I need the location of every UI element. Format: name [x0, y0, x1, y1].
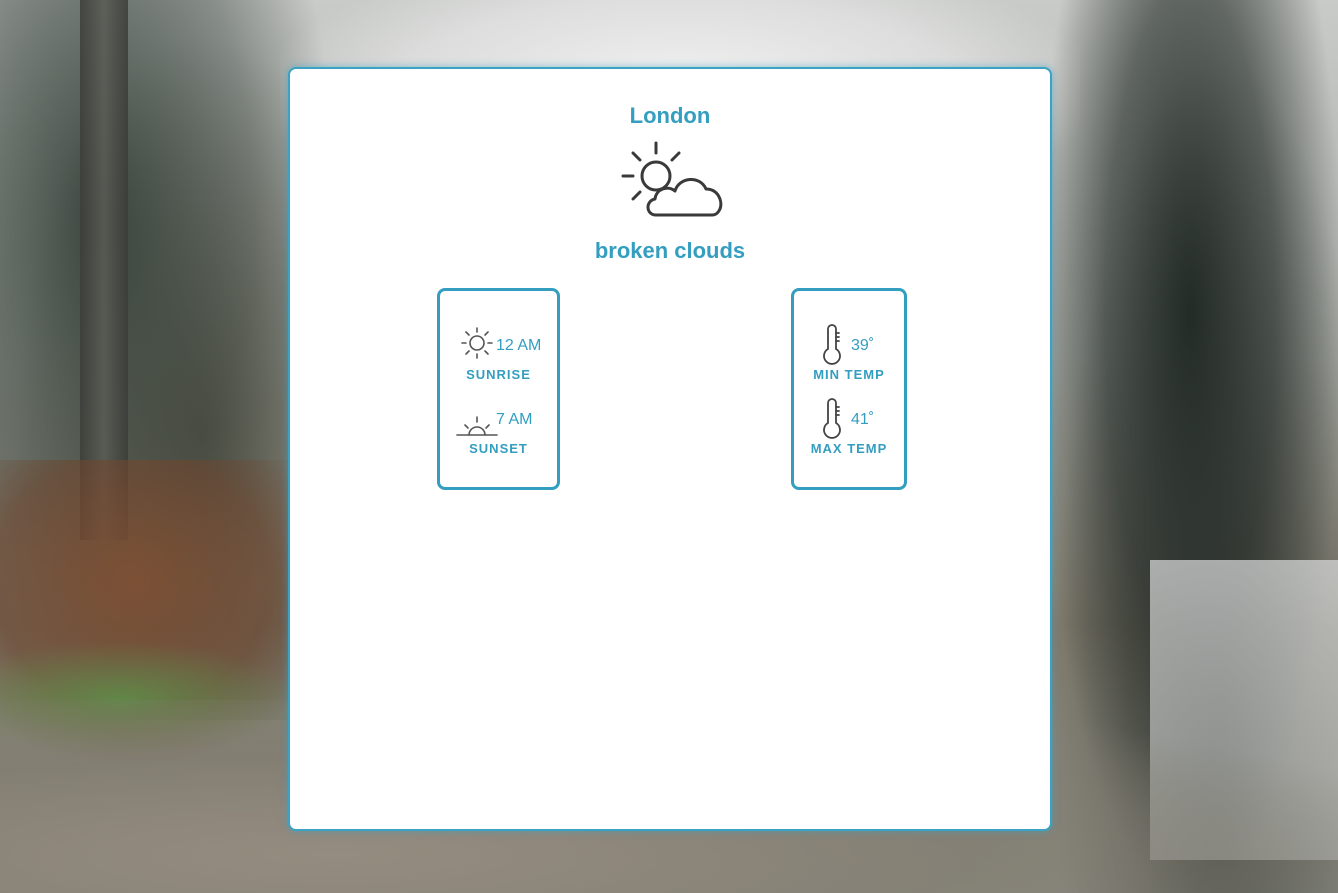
max-temp-value: 41˚: [851, 411, 875, 428]
background-trunk: [80, 0, 128, 540]
temperature-panel: 39˚ MIN TEMP 41˚ MAX TEMP: [791, 288, 907, 490]
thermometer-icon: [823, 324, 841, 365]
max-temp-label: MAX TEMP: [810, 441, 888, 456]
sunset-icon: [456, 416, 498, 436]
sunrise-time: 12 AM: [496, 337, 542, 354]
sun-times-panel: 12 AM SUNRISE 7 AM SUNSET: [437, 288, 560, 490]
weather-card: London broken clouds 12 AM SUNRISE 7 AM …: [288, 67, 1052, 831]
sunset-label: SUNSET: [469, 441, 528, 456]
weather-condition: broken clouds: [594, 238, 746, 263]
sunrise-icon: [461, 327, 493, 359]
min-temp-value: 39˚: [851, 337, 875, 354]
min-temp-label: MIN TEMP: [813, 367, 885, 382]
sunset-time: 7 AM: [496, 411, 533, 428]
sunrise-label: SUNRISE: [466, 367, 531, 382]
thermometer-icon: [823, 398, 841, 439]
city-name: London: [629, 103, 711, 128]
sun-behind-cloud-icon: [621, 141, 723, 217]
